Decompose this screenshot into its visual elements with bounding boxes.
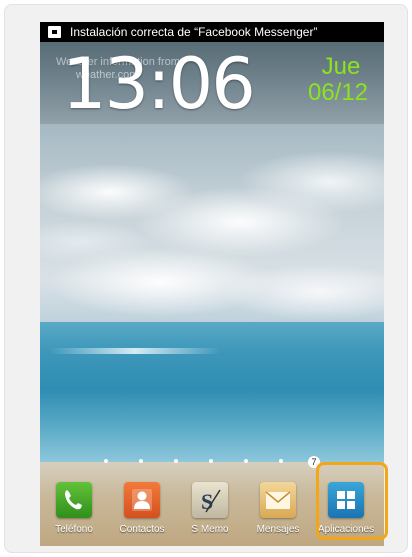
page-dot[interactable] <box>139 459 143 463</box>
wallpaper-sea <box>40 322 384 472</box>
dock-label-messages: Mensajes <box>256 524 300 535</box>
contacts-icon <box>124 482 160 518</box>
wallpaper-wave <box>50 348 220 354</box>
dock-item-messages[interactable]: Mensajes <box>244 480 312 546</box>
messages-icon <box>260 482 296 518</box>
clock-weather-widget[interactable]: Weather information from weather.com 13:… <box>40 42 384 124</box>
page-dot[interactable] <box>174 459 178 463</box>
clock-date: 06/12 <box>307 79 369 106</box>
dock-label-s-memo: S Memo <box>191 524 229 535</box>
dock-item-s-memo[interactable]: S S Memo <box>176 480 244 546</box>
dock-label-contacts: Contactos <box>119 524 165 535</box>
notification-text: Instalación correcta de “Facebook Messen… <box>70 25 318 39</box>
dock-label-phone: Teléfono <box>55 524 93 535</box>
clock-day: Jue <box>321 53 361 80</box>
dock-item-phone[interactable]: Teléfono <box>40 480 108 546</box>
phone-icon <box>56 482 92 518</box>
s-memo-icon: S <box>192 482 228 518</box>
page-dot[interactable] <box>209 459 213 463</box>
apps-button-highlight <box>316 462 388 540</box>
clock-time: 13:06 <box>62 43 256 125</box>
dock-item-contacts[interactable]: Contactos <box>108 480 176 546</box>
page-dot[interactable] <box>279 459 283 463</box>
page-dot[interactable] <box>104 459 108 463</box>
status-bar[interactable]: Instalación correcta de “Facebook Messen… <box>40 22 384 42</box>
page-dot[interactable] <box>244 459 248 463</box>
download-complete-icon <box>48 26 61 38</box>
